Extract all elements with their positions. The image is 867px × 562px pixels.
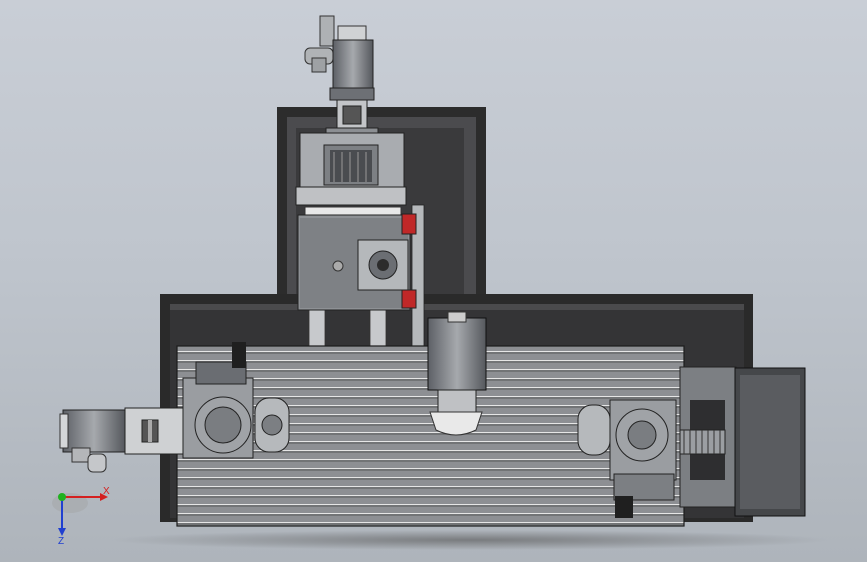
- ground-shadow: [110, 530, 830, 550]
- right-end-motor-block: [679, 366, 806, 517]
- lead-screw: [679, 429, 726, 455]
- coordinate-triad: [52, 493, 108, 536]
- cad-viewport[interactable]: X Y Z: [0, 0, 867, 562]
- z-carriage: [295, 132, 407, 218]
- head-plate: [297, 213, 417, 311]
- limit-switch-bottom: [401, 289, 417, 309]
- limit-switch-top: [401, 213, 417, 235]
- spindle: [427, 311, 487, 436]
- z-axis-label: Z: [58, 536, 65, 547]
- x-axis-label: X: [103, 486, 110, 497]
- machine-assembly-drawing: [52, 15, 830, 550]
